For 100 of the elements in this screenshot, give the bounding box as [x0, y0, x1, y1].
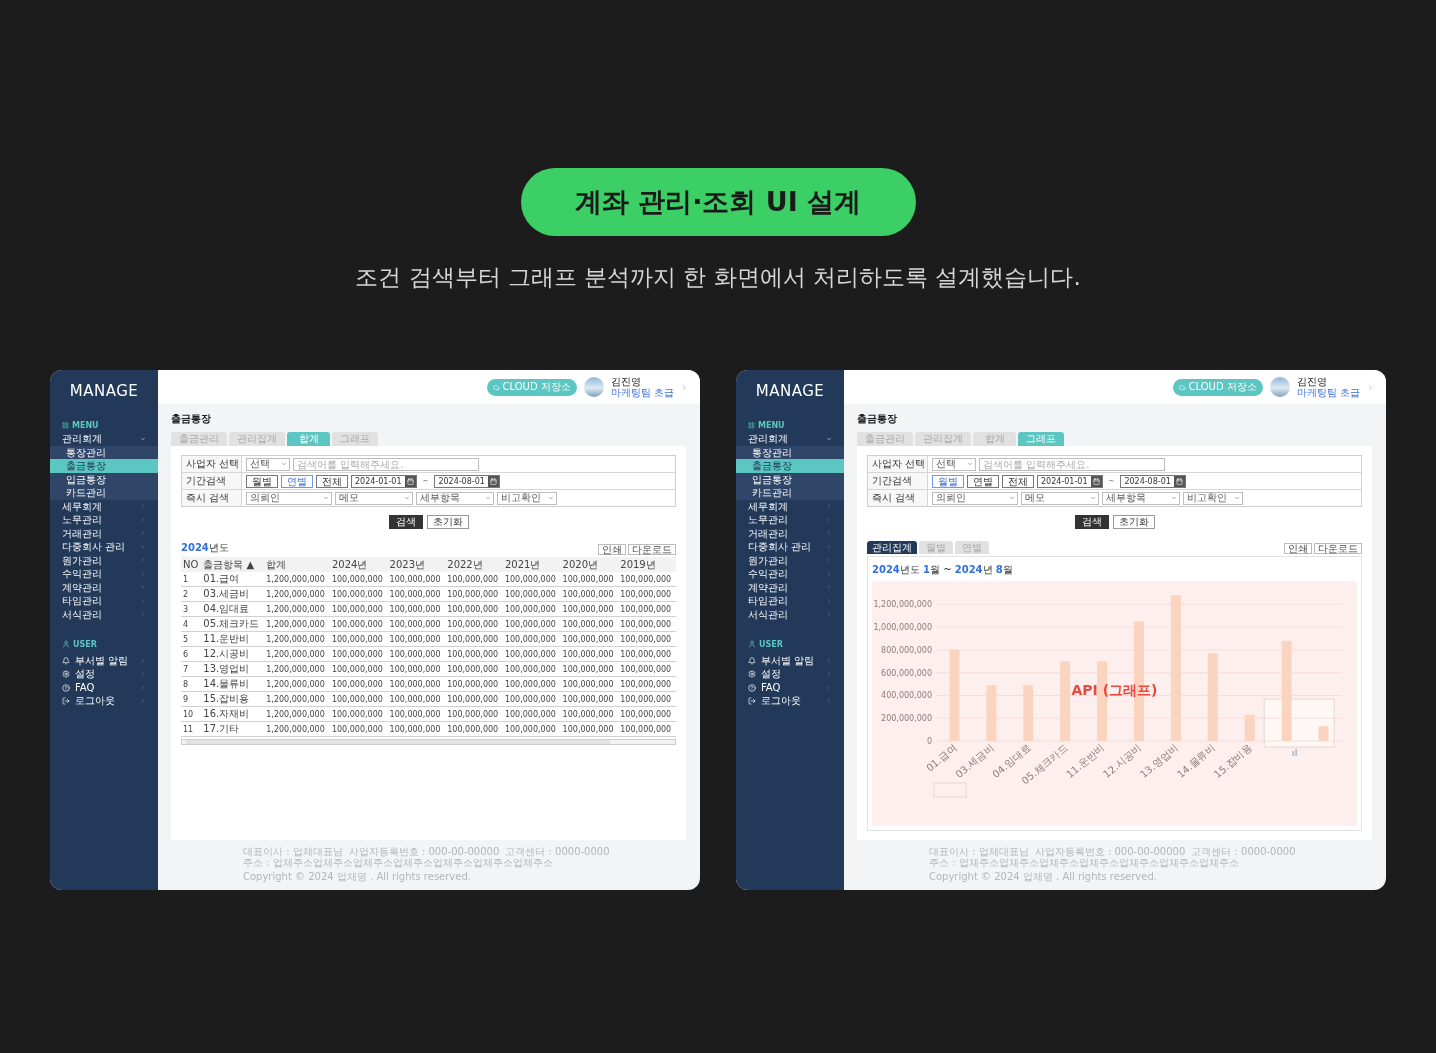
table-cell: 100,000,000	[329, 631, 388, 647]
select-field[interactable]: 비고확인	[497, 491, 557, 505]
calendar-icon[interactable]	[404, 475, 416, 487]
user-menu-item[interactable]: 부서별 알림	[50, 654, 158, 668]
search-button[interactable]: 검색	[1074, 515, 1109, 529]
period-button[interactable]: 연별	[281, 474, 313, 488]
menu-item[interactable]: 거래관리	[736, 526, 844, 540]
caret-icon	[548, 495, 554, 501]
menu-item[interactable]: 수익관리	[50, 567, 158, 581]
select-field[interactable]: 의뢰인	[932, 491, 1018, 505]
table-cell: 100,000,000	[618, 572, 676, 587]
user-menu-item[interactable]: 로그아웃	[50, 694, 158, 708]
table-cell: 100,000,000	[445, 586, 503, 602]
submenu-item[interactable]: 출금통장	[736, 459, 844, 473]
menu-item[interactable]: 수익관리	[736, 567, 844, 581]
menu-item[interactable]: 노무관리	[50, 513, 158, 527]
table-cell: 100,000,000	[560, 691, 619, 707]
search-field[interactable]: 검색어를 입력해주세요.	[293, 457, 479, 471]
select-field[interactable]: 세부항목	[1102, 491, 1180, 505]
axis-tick-label: 800,000,000	[881, 645, 932, 655]
date-field[interactable]: 2024-08-01	[434, 474, 500, 488]
table-cell: 100,000,000	[618, 721, 676, 737]
select-field[interactable]: 메모	[335, 491, 413, 505]
select-field[interactable]: 의뢰인	[246, 491, 332, 505]
date-field[interactable]: 2024-01-01	[1037, 474, 1103, 488]
select-field[interactable]: 비고확인	[1183, 491, 1243, 505]
menu-item[interactable]: 세무회계	[736, 499, 844, 513]
date-field[interactable]: 2024-08-01	[1120, 474, 1186, 488]
table-cell: 100,000,000	[618, 706, 676, 722]
user-menu-item[interactable]: FAQ	[50, 681, 158, 695]
select-field[interactable]: 선택	[932, 457, 976, 471]
search-button[interactable]: 검색	[388, 515, 423, 529]
menu-item[interactable]: 관리회계	[736, 432, 844, 446]
menu-item[interactable]: 노무관리	[736, 513, 844, 527]
menu-item[interactable]: 타임관리	[50, 594, 158, 608]
menu-item[interactable]: 원가관리	[736, 553, 844, 567]
column-header[interactable]: 합계	[264, 557, 330, 572]
menu-item[interactable]: 계약관리	[736, 580, 844, 594]
table-cell: 7	[181, 661, 202, 677]
column-header[interactable]: 2019년	[618, 557, 676, 572]
user-menu-item[interactable]: FAQ	[736, 681, 844, 695]
calendar-icon[interactable]	[487, 475, 499, 487]
column-header[interactable]: 2022년	[445, 557, 503, 572]
action-button[interactable]: 다운로드	[628, 544, 676, 555]
submenu-item[interactable]: 입금통장	[50, 472, 158, 486]
period-button[interactable]: 전체	[1002, 474, 1034, 488]
submenu-item[interactable]: 입금통장	[736, 472, 844, 486]
select-field[interactable]: 세부항목	[416, 491, 494, 505]
column-header[interactable]: 2021년	[502, 557, 561, 572]
action-button[interactable]: 인쇄	[598, 544, 626, 555]
action-button[interactable]: 인쇄	[1284, 543, 1312, 554]
select-field[interactable]: 메모	[1021, 491, 1099, 505]
column-header[interactable]: NO	[181, 557, 202, 572]
calendar-icon[interactable]	[1173, 475, 1185, 487]
submenu-item[interactable]: 출금통장	[50, 459, 158, 473]
menu-item[interactable]: 타임관리	[736, 594, 844, 608]
menu-item[interactable]: 세무회계	[50, 499, 158, 513]
column-header[interactable]: 2020년	[560, 557, 619, 572]
menu-item[interactable]: 서식관리	[50, 607, 158, 621]
period-button[interactable]: 월별	[932, 474, 964, 488]
menu-item[interactable]: 서식관리	[736, 607, 844, 621]
caret-icon	[1234, 495, 1240, 501]
caret-icon	[404, 495, 410, 501]
user-menu-item[interactable]: 로그아웃	[736, 694, 844, 708]
period-button[interactable]: 전체	[316, 474, 348, 488]
menu-item[interactable]: 다중회사 관리	[50, 540, 158, 554]
settings-icon	[62, 670, 70, 679]
reset-button[interactable]: 초기화	[426, 515, 469, 529]
table-cell: 100,000,000	[329, 661, 388, 677]
menu-item[interactable]: 다중회사 관리	[736, 540, 844, 554]
user-menu-item[interactable]: 설정	[736, 667, 844, 681]
section-title: 2024년도	[181, 541, 229, 555]
reset-button[interactable]: 초기화	[1112, 515, 1155, 529]
period-button[interactable]: 월별	[246, 474, 278, 488]
column-header[interactable]: 2023년	[387, 557, 446, 572]
calendar-icon[interactable]	[1090, 475, 1102, 487]
settings-icon	[748, 670, 756, 679]
menu-item[interactable]: 계약관리	[50, 580, 158, 594]
column-header[interactable]: 출금항목 ▲	[201, 557, 265, 572]
action-button[interactable]: 다운로드	[1314, 543, 1362, 554]
select-field[interactable]: 선택	[246, 457, 290, 471]
submenu-item[interactable]: 통장관리	[736, 445, 844, 459]
submenu-item[interactable]: 카드관리	[50, 486, 158, 500]
menu-item[interactable]: 원가관리	[50, 553, 158, 567]
table-cell: 100,000,000	[329, 586, 388, 602]
user-menu-item[interactable]: 설정	[50, 667, 158, 681]
column-header[interactable]: 2024년	[329, 557, 388, 572]
user-role: 마케팅팀 초급	[1296, 387, 1360, 398]
user-menu-item[interactable]: 부서별 알림	[736, 654, 844, 668]
table-cell: 100,000,000	[618, 661, 676, 677]
menu-item[interactable]: 관리회계	[50, 432, 158, 446]
scrollbar[interactable]	[181, 739, 676, 745]
submenu-item[interactable]: 통장관리	[50, 445, 158, 459]
tab[interactable]: 관리집계	[867, 541, 917, 554]
date-field[interactable]: 2024-01-01	[351, 474, 417, 488]
menu-item[interactable]: 거래관리	[50, 526, 158, 540]
period-button[interactable]: 연별	[967, 474, 999, 488]
search-field[interactable]: 검색어를 입력해주세요.	[979, 457, 1165, 471]
submenu-item[interactable]: 카드관리	[736, 486, 844, 500]
user-name: 김진영	[610, 376, 642, 387]
